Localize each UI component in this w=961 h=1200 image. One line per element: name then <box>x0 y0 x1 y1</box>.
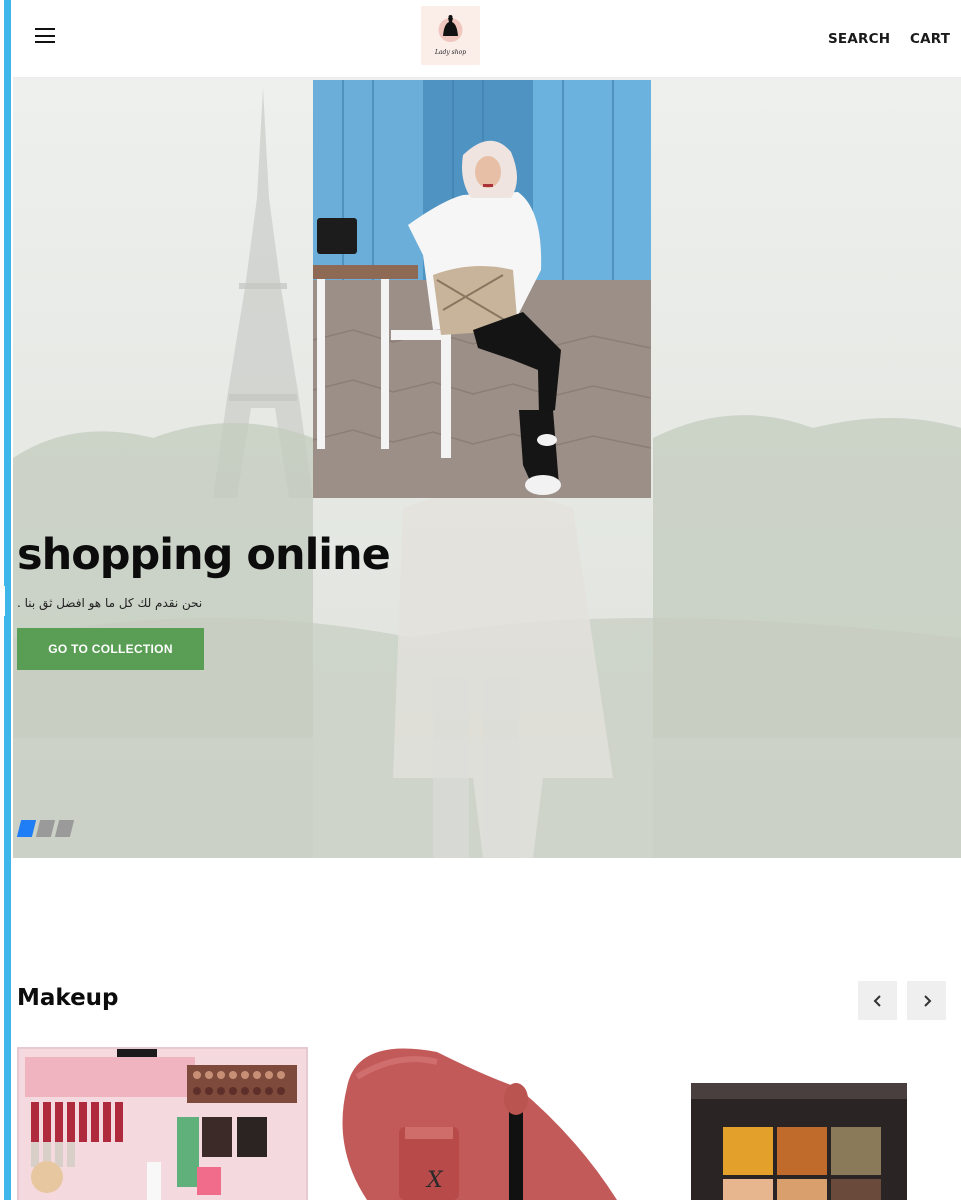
chevron-right-icon <box>923 994 931 1007</box>
slider-dot-1[interactable] <box>16 820 37 837</box>
carousel-next-button[interactable] <box>907 981 946 1020</box>
go-to-collection-button[interactable]: GO TO COLLECTION <box>17 628 204 670</box>
cart-link[interactable]: CART <box>910 31 950 47</box>
slider-pagination <box>16 820 75 837</box>
hero-model-photo <box>313 80 651 498</box>
left-accent-bar <box>4 0 11 1200</box>
left-edge-tab[interactable] <box>0 586 5 616</box>
slider-dot-3[interactable] <box>54 820 75 837</box>
svg-text:X: X <box>425 1168 444 1193</box>
chevron-left-icon <box>873 994 881 1007</box>
product-image <box>657 1047 948 1200</box>
product-image: X <box>337 1047 628 1200</box>
left-edge-strip <box>0 0 13 1200</box>
product-card-eyeshadow-palette[interactable] <box>657 1047 948 1200</box>
site-header: Lady shop SEARCH CART <box>13 0 961 78</box>
product-image <box>17 1047 308 1200</box>
hero-slider: shopping online نحن نقدم لك كل ما هو افض… <box>13 78 961 858</box>
carousel-prev-button[interactable] <box>858 981 897 1020</box>
product-card-makeup-kit[interactable] <box>17 1047 308 1200</box>
hero-title: shopping online <box>17 530 391 580</box>
search-link[interactable]: SEARCH <box>828 31 890 47</box>
site-logo[interactable]: Lady shop <box>421 6 480 65</box>
hero-subtitle: نحن نقدم لك كل ما هو افضل ثق بنا . <box>17 596 203 610</box>
svg-text:Lady shop: Lady shop <box>434 49 466 56</box>
hamburger-icon[interactable] <box>35 28 55 44</box>
section-title-makeup: Makeup <box>17 985 119 1011</box>
product-card-lip-gloss[interactable]: X <box>337 1047 628 1200</box>
slider-dot-2[interactable] <box>35 820 56 837</box>
